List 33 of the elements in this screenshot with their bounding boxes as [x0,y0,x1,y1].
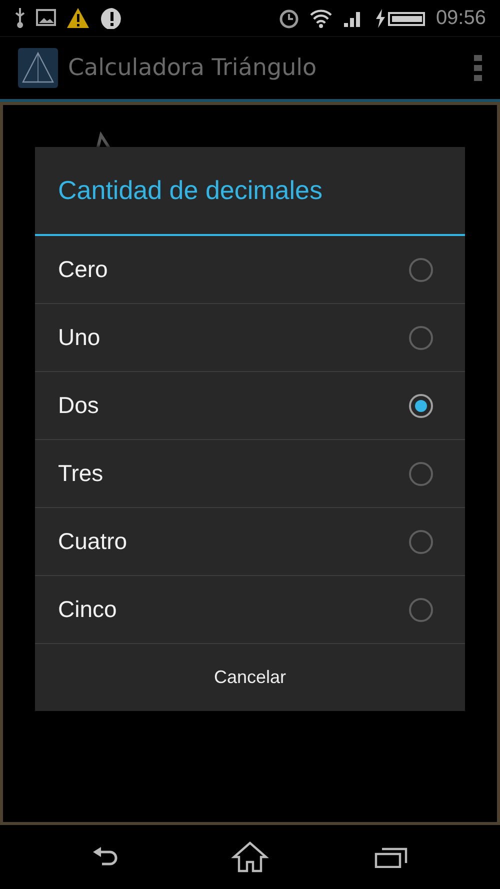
option-label: Cinco [58,596,118,623]
radio-button[interactable] [409,326,433,350]
radio-button[interactable] [409,462,433,486]
option-row[interactable]: Uno [35,304,465,372]
warning-icon [66,7,90,29]
alarm-clock-icon [278,7,300,29]
radio-button[interactable] [409,258,433,282]
dialog-title: Cantidad de decimales [35,147,465,236]
radio-button[interactable] [409,530,433,554]
option-label: Dos [58,392,100,419]
alert-bubble-icon [100,7,124,29]
option-row[interactable]: Cuatro [35,508,465,576]
home-icon [230,841,269,873]
option-row[interactable]: Dos [35,372,465,440]
wifi-icon [310,7,332,29]
option-row[interactable]: Tres [35,440,465,508]
radio-button[interactable] [409,598,433,622]
radio-button[interactable] [409,394,433,418]
option-label: Cero [58,256,109,283]
triangle-app-icon [18,48,58,88]
status-time: 09:56 [436,6,486,30]
charging-battery-icon [374,7,426,29]
cancel-button[interactable]: Cancelar [35,644,465,711]
option-label: Tres [58,460,104,487]
app-title: Calculadora Triángulo [68,55,318,81]
option-label: Uno [58,324,102,351]
usb-icon [14,7,26,29]
image-icon [36,7,56,29]
recent-apps-icon [374,846,408,868]
option-label: Cuatro [58,528,128,555]
option-row[interactable]: Cero [35,236,465,304]
overflow-menu-icon [474,54,482,82]
option-row[interactable]: Cinco [35,576,465,644]
